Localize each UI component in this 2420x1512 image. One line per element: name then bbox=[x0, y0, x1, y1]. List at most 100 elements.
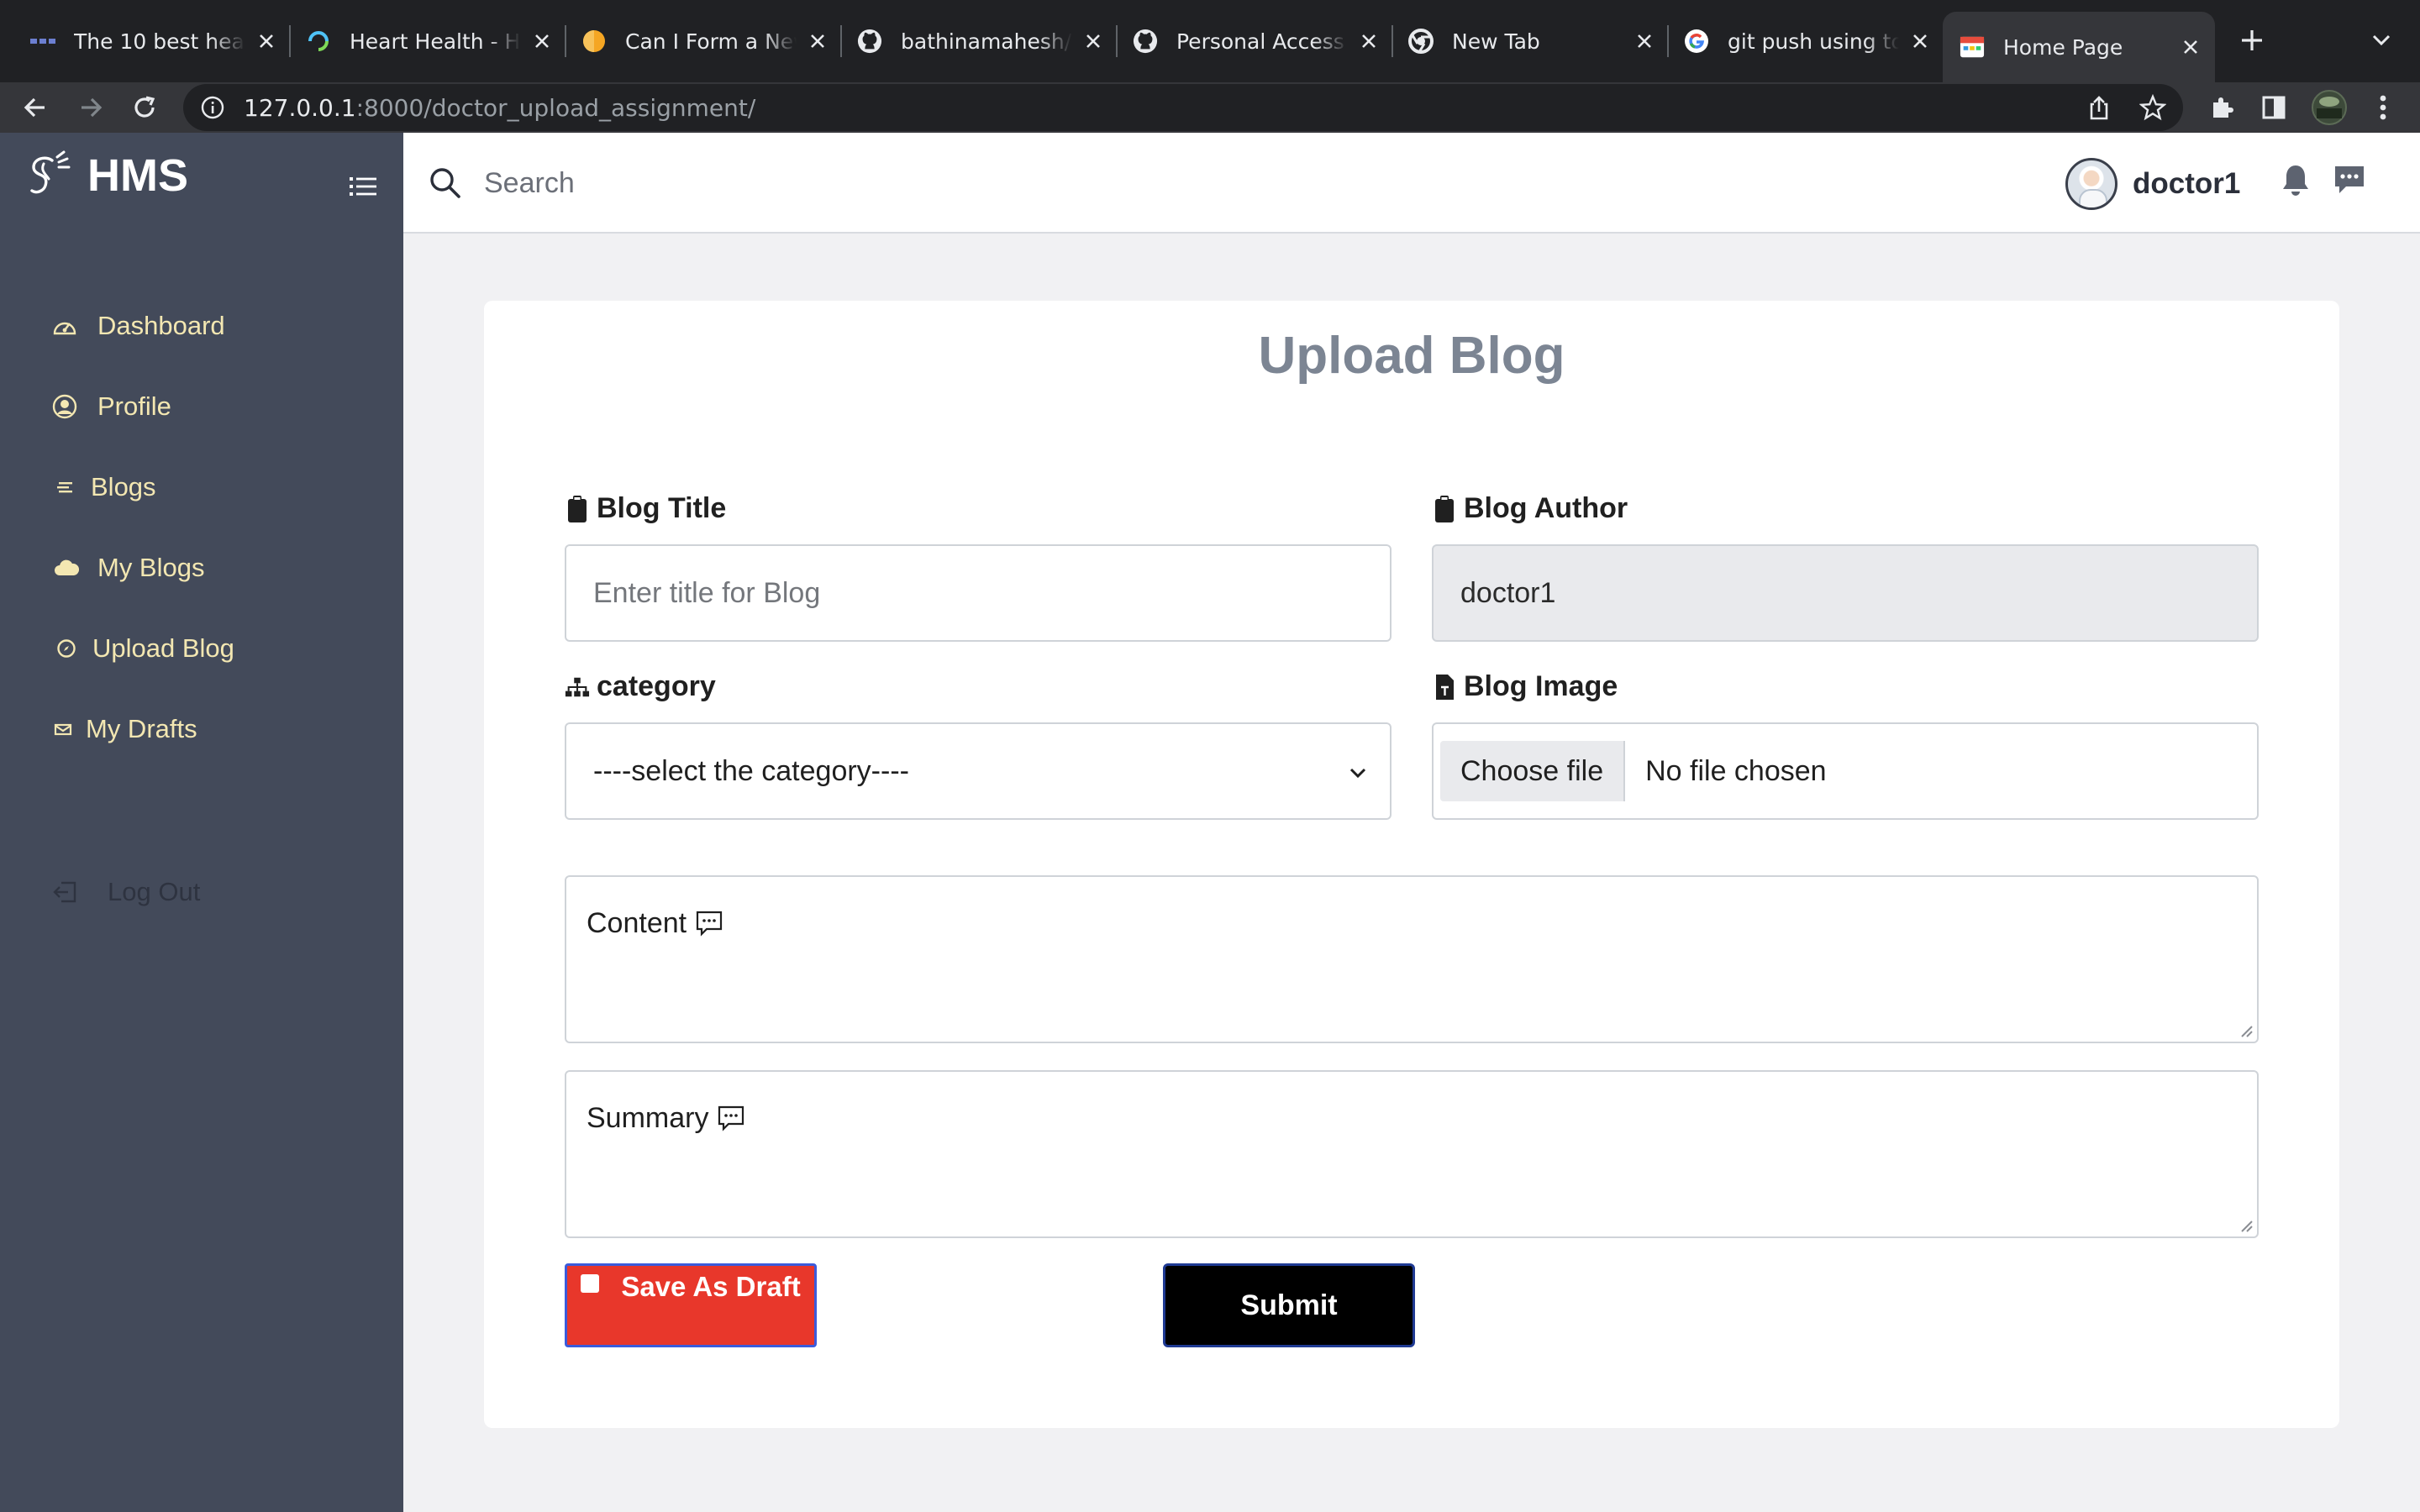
resize-handle-icon[interactable] bbox=[2238, 1218, 2254, 1233]
browser-menu-button[interactable] bbox=[2365, 89, 2402, 126]
notifications-button[interactable] bbox=[2277, 161, 2314, 198]
tab-separator bbox=[565, 25, 566, 57]
browser-tab[interactable]: New Tab bbox=[1408, 13, 1657, 69]
file-image-icon bbox=[1432, 673, 1457, 701]
browser-tab[interactable]: Personal Access T bbox=[1133, 13, 1381, 69]
sidebar-item-profile[interactable]: Profile bbox=[0, 376, 403, 437]
envelope-icon bbox=[49, 715, 77, 743]
share-icon bbox=[2090, 96, 2108, 120]
url-host: 127.0.0.1 bbox=[244, 93, 356, 122]
blog-author-field: doctor1 bbox=[1432, 544, 2259, 642]
share-button[interactable] bbox=[2081, 89, 2118, 126]
address-bar[interactable]: 127.0.0.1:8000/doctor_upload_assignment/ bbox=[183, 84, 2183, 131]
orange-circle-favicon-icon bbox=[581, 29, 607, 54]
tab-search-button[interactable] bbox=[2366, 25, 2396, 55]
comment-dots-icon bbox=[696, 911, 723, 937]
bell-icon bbox=[2283, 165, 2308, 196]
content-textarea[interactable]: Content bbox=[565, 875, 2259, 1043]
tab-title: Heart Health - Ho bbox=[350, 29, 521, 54]
sidebar-item-my-blogs[interactable]: My Blogs bbox=[0, 538, 403, 598]
tab-title: The 10 best heart bbox=[74, 29, 245, 54]
sidebar-item-upload-blog[interactable]: Upload Blog bbox=[0, 618, 403, 679]
choose-file-button[interactable]: Choose file bbox=[1440, 741, 1626, 801]
browser-tab[interactable]: Can I Form a New bbox=[581, 13, 830, 69]
draft-checkbox[interactable] bbox=[581, 1274, 600, 1293]
bookmark-button[interactable] bbox=[2134, 89, 2171, 126]
close-tab-icon[interactable] bbox=[1356, 29, 1381, 54]
content-placeholder: Content bbox=[587, 907, 687, 939]
sidebar-item-dashboard[interactable]: Dashboard bbox=[0, 296, 403, 356]
sidebar-item-label: Profile bbox=[97, 391, 171, 421]
tab-separator bbox=[289, 25, 291, 57]
browser-tab[interactable]: The 10 best heart bbox=[30, 13, 279, 69]
user-menu[interactable]: doctor1 bbox=[2065, 158, 2240, 210]
blog-author-label: Blog Author bbox=[1432, 492, 1628, 525]
summary-textarea[interactable]: Summary bbox=[565, 1070, 2259, 1238]
side-panel-button[interactable] bbox=[2255, 89, 2292, 126]
search-icon bbox=[430, 168, 460, 198]
tab-separator bbox=[1116, 25, 1118, 57]
tab-title: New Tab bbox=[1452, 29, 1540, 54]
profile-avatar-icon bbox=[2312, 90, 2347, 125]
blog-title-field[interactable] bbox=[565, 544, 1392, 642]
clipboard-icon bbox=[1432, 495, 1457, 523]
category-label: category bbox=[565, 670, 716, 703]
reload-button[interactable] bbox=[126, 89, 163, 126]
new-tab-button[interactable] bbox=[2233, 22, 2270, 59]
sidebar-item-label: Blogs bbox=[91, 472, 156, 501]
blog-image-label-text: Blog Image bbox=[1464, 670, 1618, 702]
sidebar-item-label: Dashboard bbox=[97, 311, 225, 340]
google-icon bbox=[1684, 29, 1709, 54]
blog-image-label: Blog Image bbox=[1432, 670, 1618, 703]
back-button[interactable] bbox=[17, 89, 54, 126]
submit-button[interactable]: Submit bbox=[1163, 1263, 1415, 1347]
info-icon[interactable] bbox=[200, 95, 225, 120]
sidebar-toggle-button[interactable] bbox=[346, 170, 380, 203]
browser-tab[interactable]: git push using tok bbox=[1684, 13, 1933, 69]
cloud-icon bbox=[52, 554, 81, 582]
profile-avatar-button[interactable] bbox=[2311, 89, 2348, 126]
browser-tab[interactable]: bathinamahesh/Fi bbox=[857, 13, 1106, 69]
tab-title: bathinamahesh/Fi bbox=[901, 29, 1072, 54]
star-icon bbox=[2139, 94, 2166, 121]
close-tab-icon[interactable] bbox=[1632, 29, 1657, 54]
browser-tab-active[interactable]: Home Page bbox=[1943, 12, 2215, 82]
dashboard-gauge-icon bbox=[50, 312, 79, 340]
sidebar-item-label: My Blogs bbox=[97, 553, 205, 582]
tab-separator bbox=[1392, 25, 1393, 57]
browser-tab-strip: The 10 best heart Heart Health - Ho Can … bbox=[0, 0, 2420, 82]
category-selected-value: ----select the category---- bbox=[593, 754, 909, 787]
close-tab-icon[interactable] bbox=[529, 29, 555, 54]
close-tab-icon[interactable] bbox=[1907, 29, 1933, 54]
forward-button[interactable] bbox=[72, 89, 109, 126]
close-tab-icon[interactable] bbox=[2178, 34, 2203, 60]
sidebar-item-my-drafts[interactable]: My Drafts bbox=[0, 699, 403, 759]
close-tab-icon[interactable] bbox=[805, 29, 830, 54]
lines-icon bbox=[50, 473, 79, 501]
category-select[interactable]: ----select the category---- bbox=[565, 722, 1392, 820]
search-input[interactable] bbox=[484, 160, 1240, 207]
side-panel-icon bbox=[2262, 96, 2286, 119]
sidebar-item-blogs[interactable]: Blogs bbox=[0, 457, 403, 517]
blog-author-value: doctor1 bbox=[1460, 576, 1556, 609]
sidebar: HMS Dashboard Profile Blogs My Blogs Upl… bbox=[0, 133, 403, 1512]
file-status: No file chosen bbox=[1645, 754, 1827, 787]
browser-tab[interactable]: Heart Health - Ho bbox=[306, 13, 555, 69]
messages-button[interactable] bbox=[2331, 161, 2368, 198]
blog-title-input[interactable] bbox=[593, 576, 1390, 610]
logout-button[interactable]: Log Out bbox=[0, 862, 403, 922]
resize-handle-icon[interactable] bbox=[2238, 1023, 2254, 1038]
close-tab-icon[interactable] bbox=[254, 29, 279, 54]
blog-author-label-text: Blog Author bbox=[1464, 492, 1628, 524]
save-as-draft-button[interactable]: Save As Draft bbox=[565, 1263, 817, 1347]
brand[interactable]: HMS bbox=[24, 150, 188, 202]
chrome-icon bbox=[1408, 29, 1434, 54]
close-tab-icon[interactable] bbox=[1081, 29, 1106, 54]
tab-title: Home Page bbox=[2003, 34, 2123, 60]
logout-icon bbox=[50, 878, 79, 906]
extensions-button[interactable] bbox=[2203, 89, 2240, 126]
blog-image-file-input[interactable]: Choose file No file chosen bbox=[1432, 722, 2259, 820]
tab-separator bbox=[1667, 25, 1669, 57]
avatar bbox=[2065, 158, 2118, 210]
user-circle-icon bbox=[50, 392, 79, 421]
